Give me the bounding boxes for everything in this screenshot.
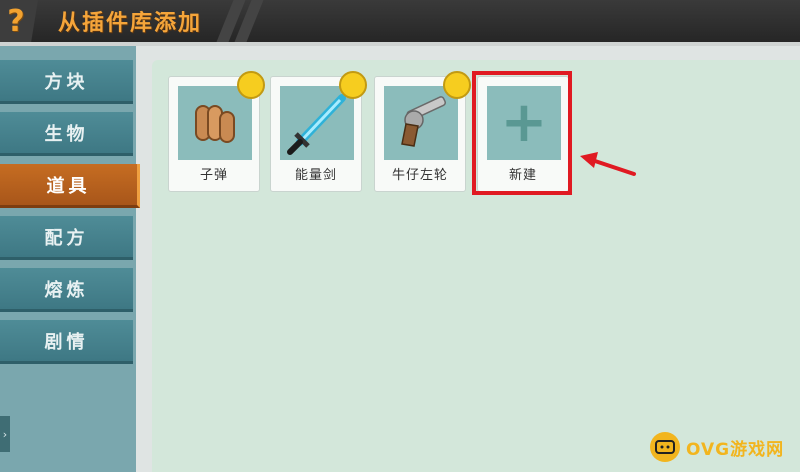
sidebar-item-recipes[interactable]: 配方 <box>0 216 133 260</box>
sidebar-item-label: 剧情 <box>44 331 89 353</box>
expand-sidebar-button[interactable]: › <box>0 416 10 452</box>
plugin-card-bullets[interactable]: 子弹 <box>168 71 265 192</box>
plugin-card-revolver[interactable]: 牛仔左轮 <box>374 71 471 192</box>
revolver-icon <box>401 96 447 147</box>
help-button[interactable]: ? <box>0 0 38 42</box>
card-label: 牛仔左轮 <box>391 168 448 183</box>
sidebar-item-story[interactable]: 剧情 <box>0 320 133 364</box>
title-bar: ? 从插件库添加 <box>0 0 800 42</box>
sidebar-item-label: 熔炼 <box>44 279 89 301</box>
card-thumbnail <box>280 86 354 160</box>
page-title: 从插件库添加 <box>58 11 203 36</box>
card-label: 子弹 <box>199 168 228 183</box>
sidebar-item-blocks[interactable]: 方块 <box>0 60 133 104</box>
sidebar-item-label: 生物 <box>44 123 89 145</box>
card-thumbnail <box>178 86 252 160</box>
watermark-text: OVG游戏网 <box>686 439 785 460</box>
chevron-right-icon: › <box>2 427 8 441</box>
energy-sword-icon <box>287 94 346 155</box>
sidebar-item-label: 方块 <box>44 71 89 93</box>
highlight-box <box>472 71 572 195</box>
gamepad-icon <box>650 432 680 462</box>
badge-dot <box>339 71 367 99</box>
sidebar-item-creatures[interactable]: 生物 <box>0 112 133 156</box>
watermark: OVG游戏网 <box>650 428 796 466</box>
card-label: 能量剑 <box>294 168 337 183</box>
plugin-card-energy-sword[interactable]: 能量剑 <box>270 71 367 192</box>
sidebar-item-items[interactable]: 道具 <box>0 164 140 208</box>
badge-dot <box>237 71 265 99</box>
sidebar-item-label: 道具 <box>46 175 91 197</box>
sidebar-item-smelting[interactable]: 熔炼 <box>0 268 133 312</box>
question-mark-icon: ? <box>7 3 25 39</box>
sidebar-gutter <box>136 46 150 472</box>
sidebar-item-label: 配方 <box>44 227 89 249</box>
card-thumbnail <box>384 86 458 160</box>
pointer-arrow-icon <box>580 152 636 176</box>
badge-dot <box>443 71 471 99</box>
bullets-icon <box>195 105 235 143</box>
